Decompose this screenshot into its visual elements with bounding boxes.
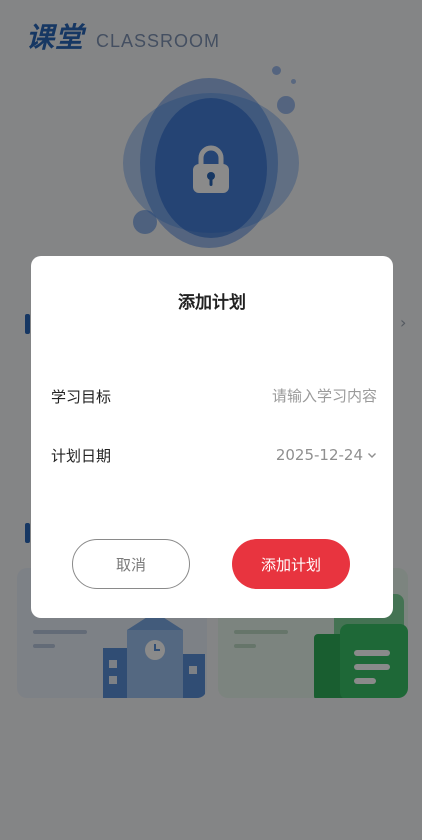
study-goal-label: 学习目标 bbox=[51, 387, 112, 406]
study-goal-row: 学习目标 bbox=[51, 384, 377, 408]
plan-date-value: 2025-12-24 bbox=[275, 446, 363, 464]
add-plan-button[interactable]: 添加计划 bbox=[232, 539, 350, 589]
add-plan-dialog: 添加计划 学习目标 计划日期 2025-12-24 取消 添加计划 bbox=[31, 256, 393, 618]
plan-date-picker[interactable]: 2025-12-24 bbox=[276, 446, 377, 464]
plan-date-row: 计划日期 2025-12-24 bbox=[51, 443, 377, 467]
chevron-down-icon bbox=[368, 453, 376, 458]
plan-date-label: 计划日期 bbox=[51, 446, 112, 465]
dialog-title: 添加计划 bbox=[178, 293, 246, 313]
study-goal-input[interactable] bbox=[197, 387, 377, 405]
cancel-button[interactable]: 取消 bbox=[72, 539, 190, 589]
